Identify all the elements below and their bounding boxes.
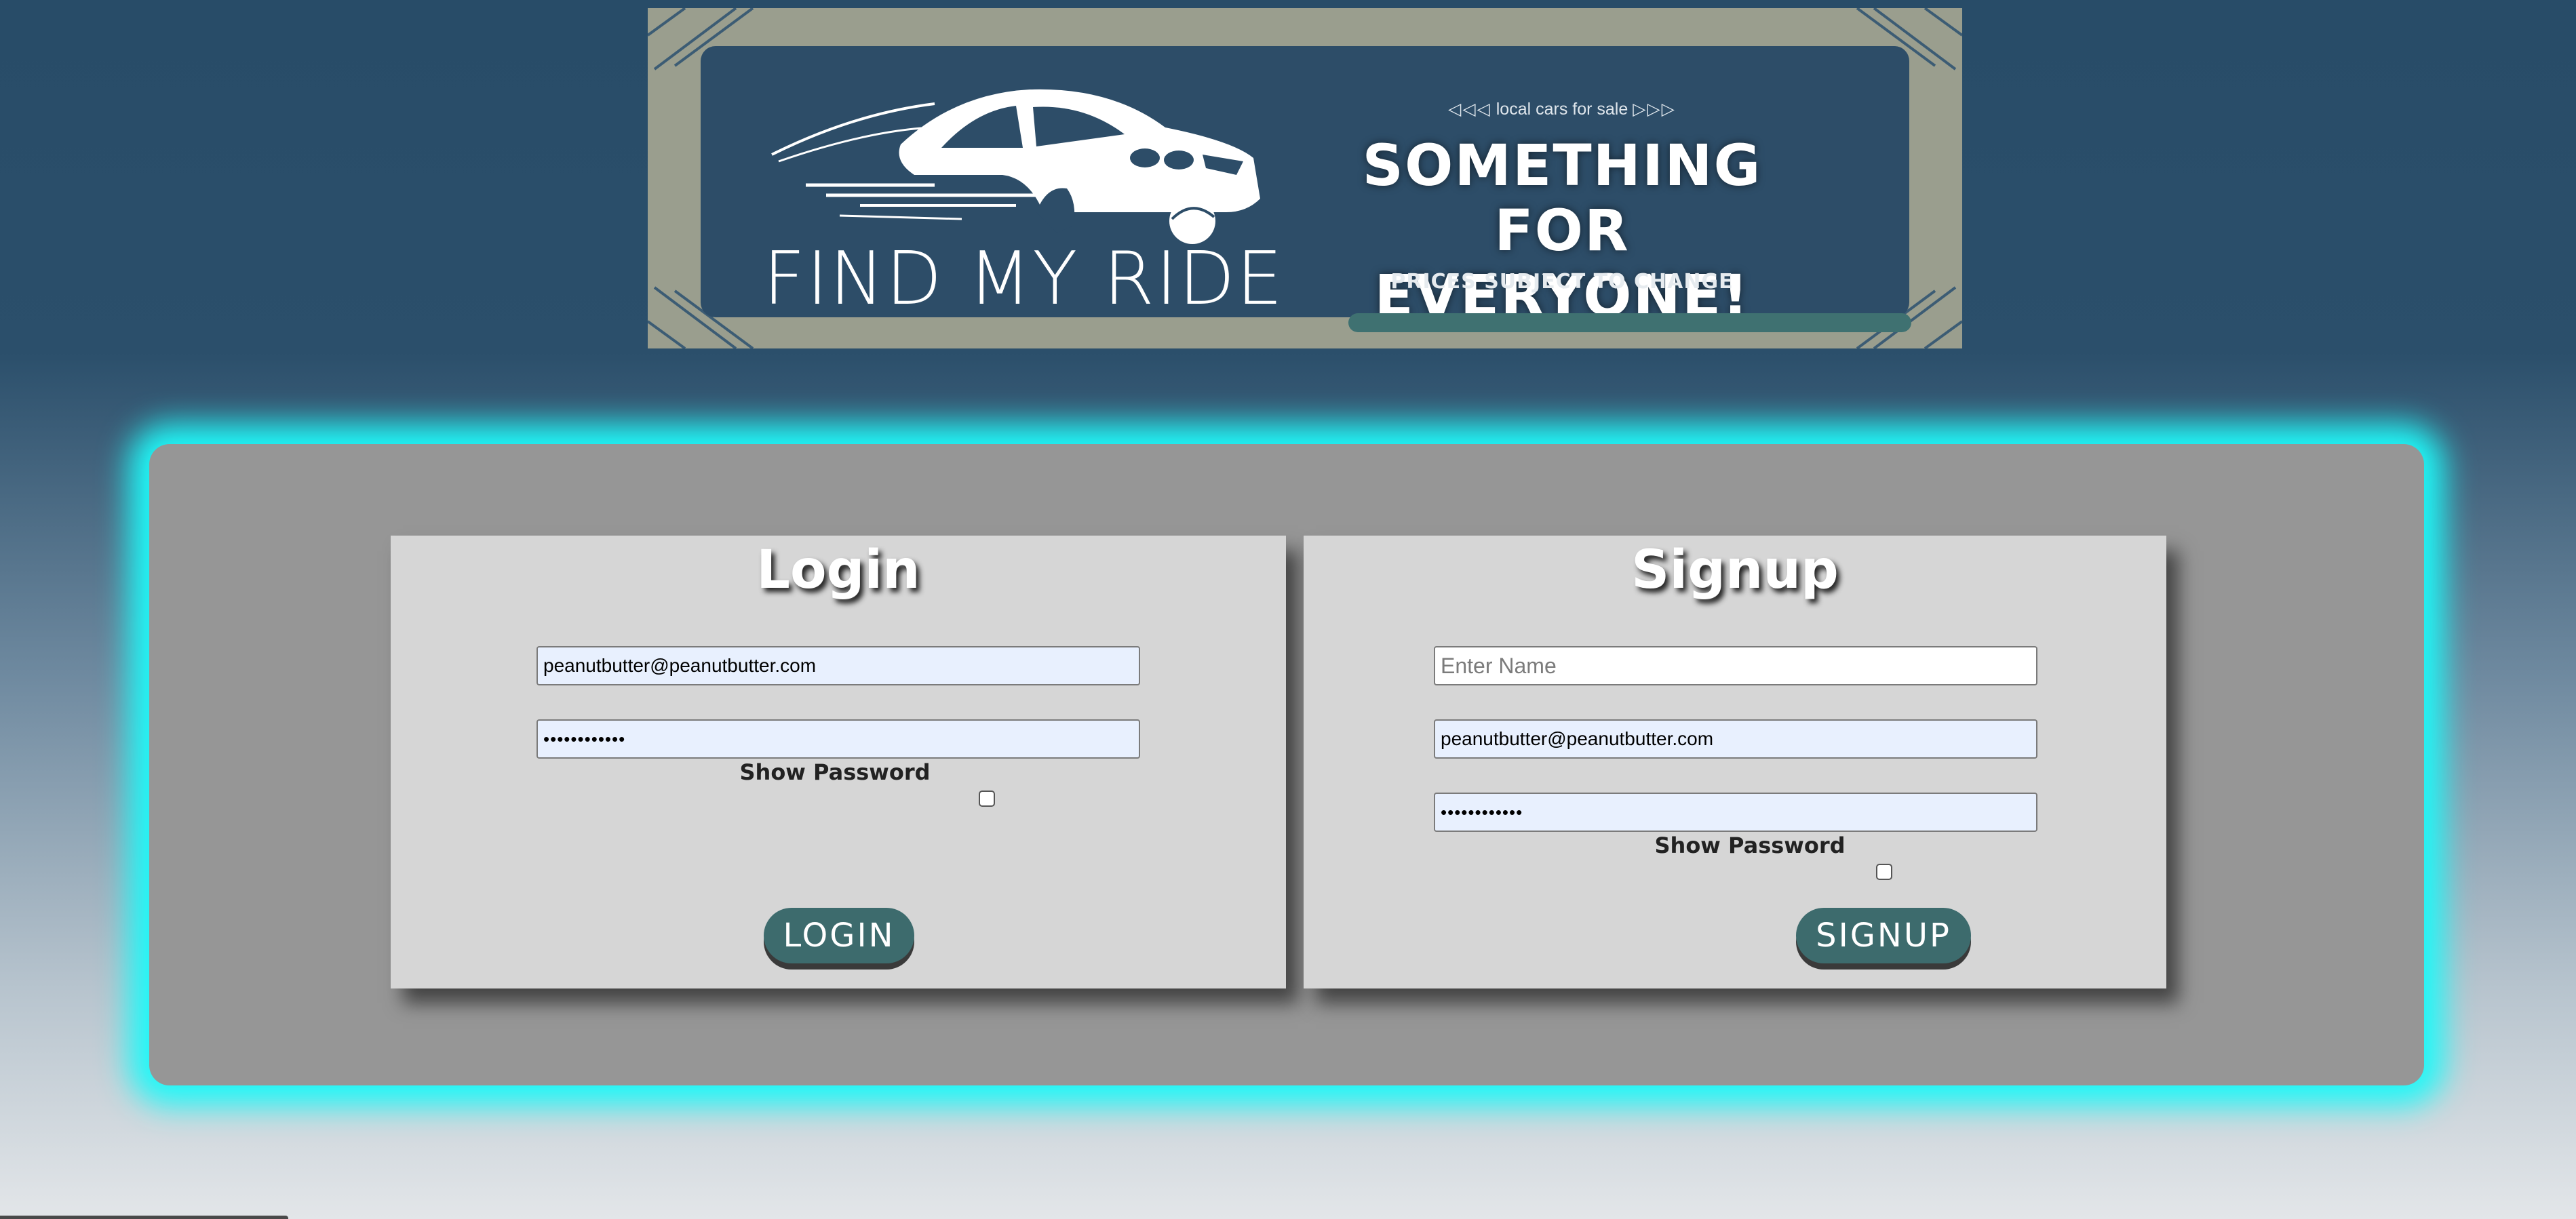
hero-banner: FIND MY RIDE ◁◁◁ local cars for sale ▷▷▷… (648, 8, 1962, 348)
signup-card: Signup Show Password SIGNUP (1304, 536, 2166, 988)
headline-line-1: SOMETHING FOR (1362, 132, 1762, 264)
login-email-field[interactable] (536, 646, 1140, 685)
signup-name-field[interactable] (1434, 646, 2037, 685)
tagline-text: local cars for sale (1496, 100, 1628, 119)
login-password-field[interactable] (536, 719, 1140, 759)
login-show-password-label: Show Password (739, 759, 931, 785)
login-card: Login Show Password LOGIN (391, 536, 1286, 988)
subline: PRICES SUBJECT TO CHANGE (1390, 270, 1734, 294)
signup-show-password-checkbox[interactable] (1876, 864, 1892, 880)
login-show-password-checkbox[interactable] (979, 791, 995, 807)
signup-button[interactable]: SIGNUP (1796, 908, 1971, 963)
arrows-right-icon: ▷▷▷ (1633, 100, 1676, 119)
login-title: Login (756, 540, 920, 601)
tagline-small: ◁◁◁ local cars for sale ▷▷▷ (1386, 99, 1738, 119)
signup-email-field[interactable] (1434, 719, 2037, 759)
signup-show-password-label: Show Password (1654, 833, 1846, 858)
horizontal-scrollbar[interactable] (0, 1216, 288, 1219)
decorative-bar (1348, 313, 1911, 332)
banner-inner: FIND MY RIDE ◁◁◁ local cars for sale ▷▷▷… (701, 46, 1911, 332)
login-button[interactable]: LOGIN (764, 908, 914, 963)
signup-title: Signup (1631, 540, 1839, 601)
arrows-left-icon: ◁◁◁ (1448, 100, 1491, 119)
brand-name: FIND MY RIDE (763, 237, 1285, 321)
signup-password-field[interactable] (1434, 793, 2037, 832)
auth-panel: Login Show Password LOGIN Signup Show Pa… (149, 444, 2424, 1085)
headline: SOMETHING FOR EVERYONE! (1331, 133, 1793, 328)
